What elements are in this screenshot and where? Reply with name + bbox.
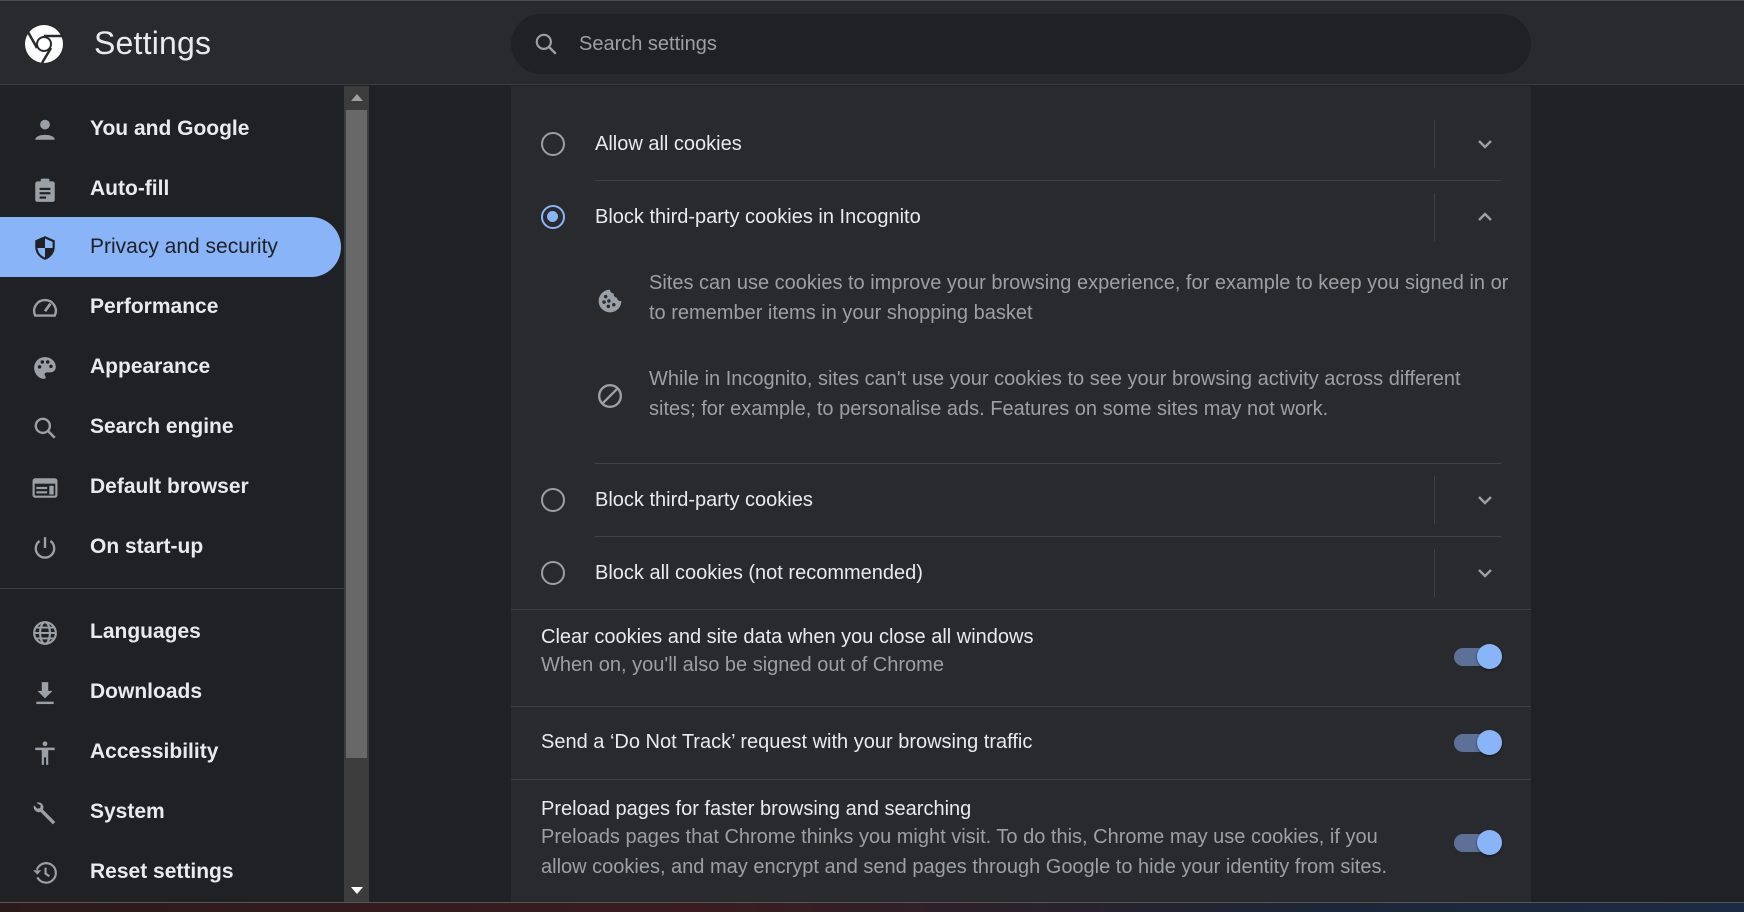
- app-title: Settings: [94, 25, 212, 61]
- sidebar-item-search-engine[interactable]: Search engine: [0, 397, 341, 457]
- sidebar-item-label: You and Google: [90, 117, 250, 140]
- chevron-down-icon[interactable]: [1473, 132, 1497, 156]
- detail-text-incognito: While in Incognito, sites can't use your…: [649, 368, 1461, 420]
- setting-title: Send a ‘Do Not Track’ request with your …: [541, 731, 1033, 753]
- sidebar-item-system[interactable]: System: [0, 782, 341, 842]
- sidebar: You and Google Auto-fill Privacy and sec…: [0, 86, 344, 902]
- setting-preload-pages[interactable]: Preload pages for faster browsing and se…: [511, 780, 1531, 902]
- vertical-separator: [1434, 476, 1435, 524]
- sidebar-item-label: Auto-fill: [90, 177, 170, 200]
- search-icon: [535, 33, 557, 55]
- scroll-thumb[interactable]: [346, 110, 367, 758]
- sidebar-item-label: Performance: [90, 295, 219, 318]
- cookie-option-block-third-party[interactable]: Block third-party cookies: [511, 464, 1531, 536]
- radio-block-third-party-incognito[interactable]: [541, 205, 565, 229]
- sidebar-scrollbar[interactable]: [344, 86, 369, 902]
- option-label: Allow all cookies: [595, 133, 742, 155]
- power-icon: [34, 537, 56, 559]
- preload-pages-toggle[interactable]: [1454, 830, 1502, 856]
- clipboard-icon: [35, 178, 55, 202]
- sidebar-item-performance[interactable]: Performance: [0, 277, 341, 337]
- option-label: Block all cookies (not recommended): [595, 562, 923, 584]
- sidebar-item-label: Accessibility: [90, 740, 219, 763]
- sidebar-item-label: Reset settings: [90, 860, 234, 883]
- block-icon: [597, 383, 623, 409]
- sidebar-item-label: Appearance: [90, 355, 211, 378]
- palette-icon: [34, 357, 56, 379]
- globe-icon: [33, 621, 57, 645]
- sidebar-item-label: Languages: [90, 620, 201, 643]
- header-bar: Settings: [0, 0, 1744, 85]
- sidebar-item-privacy-and-security[interactable]: Privacy and security: [0, 217, 341, 277]
- search-icon: [34, 417, 56, 439]
- vertical-separator: [1434, 193, 1435, 241]
- sidebar-divider: [0, 588, 344, 589]
- cookie-option-block-all[interactable]: Block all cookies (not recommended): [511, 537, 1531, 609]
- vertical-separator: [1434, 549, 1435, 597]
- scroll-down-arrow-icon[interactable]: [351, 887, 363, 894]
- setting-title: Clear cookies and site data when you clo…: [541, 626, 1034, 648]
- history-icon: [33, 862, 57, 884]
- sidebar-item-label: Downloads: [90, 680, 203, 703]
- cookie-icon: [598, 289, 622, 313]
- chevron-down-icon[interactable]: [1473, 561, 1497, 585]
- content-gutter: [369, 86, 511, 902]
- search-box[interactable]: [511, 14, 1531, 74]
- sidebar-item-downloads[interactable]: Downloads: [0, 662, 341, 722]
- chrome-logo-icon: [25, 25, 63, 64]
- sidebar-item-label: On start-up: [90, 535, 204, 558]
- sidebar-item-default-browser[interactable]: Default browser: [0, 457, 341, 517]
- sidebar-item-appearance[interactable]: Appearance: [0, 337, 341, 397]
- setting-subtitle: Preloads pages that Chrome thinks you mi…: [541, 826, 1388, 878]
- setting-subtitle: When on, you'll also be signed out of Ch…: [541, 654, 944, 676]
- sidebar-item-label: Search engine: [90, 415, 234, 438]
- sidebar-item-on-start-up[interactable]: On start-up: [0, 517, 341, 577]
- do-not-track-toggle[interactable]: [1454, 730, 1502, 756]
- wrench-icon: [33, 802, 56, 825]
- sidebar-item-label: System: [90, 800, 165, 823]
- option-label: Block third-party cookies: [595, 489, 813, 511]
- sidebar-item-you-and-google[interactable]: You and Google: [0, 99, 341, 159]
- sidebar-item-auto-fill[interactable]: Auto-fill: [0, 159, 341, 219]
- accessibility-icon: [35, 741, 55, 765]
- speedometer-icon: [32, 298, 58, 317]
- radio-allow-all-cookies[interactable]: [541, 132, 565, 156]
- radio-block-all-cookies[interactable]: [541, 561, 565, 585]
- clear-cookies-toggle[interactable]: [1454, 644, 1502, 670]
- option-label: Block third-party cookies in Incognito: [595, 206, 921, 228]
- scroll-up-arrow-icon[interactable]: [351, 94, 363, 101]
- content-gutter-right: [1531, 86, 1744, 902]
- browser-window-icon: [32, 478, 58, 498]
- search-input[interactable]: [579, 14, 1479, 74]
- cookie-option-allow-all[interactable]: Allow all cookies: [511, 108, 1531, 180]
- detail-text-cookies-usage: Sites can use cookies to improve your br…: [649, 272, 1509, 324]
- cookies-settings-card: Allow all cookies Block third-party cook…: [511, 86, 1531, 902]
- download-icon: [36, 682, 54, 705]
- chevron-down-icon[interactable]: [1473, 488, 1497, 512]
- vertical-separator: [1434, 120, 1435, 168]
- radio-block-third-party-cookies[interactable]: [541, 488, 565, 512]
- sidebar-item-accessibility[interactable]: Accessibility: [0, 722, 341, 782]
- setting-clear-cookies-on-close[interactable]: Clear cookies and site data when you clo…: [511, 610, 1531, 706]
- sidebar-item-label: Privacy and security: [90, 235, 278, 258]
- cookie-option-block-third-party-incognito[interactable]: Block third-party cookies in Incognito: [511, 181, 1531, 253]
- setting-title: Preload pages for faster browsing and se…: [541, 798, 972, 820]
- setting-do-not-track[interactable]: Send a ‘Do Not Track’ request with your …: [511, 707, 1531, 779]
- sidebar-item-label: Default browser: [90, 475, 249, 498]
- shield-icon: [35, 236, 55, 260]
- os-taskbar: [0, 902, 1744, 912]
- chevron-up-icon[interactable]: [1473, 205, 1497, 229]
- sidebar-item-reset-settings[interactable]: Reset settings: [0, 842, 341, 902]
- person-icon: [35, 119, 55, 140]
- sidebar-item-languages[interactable]: Languages: [0, 602, 341, 662]
